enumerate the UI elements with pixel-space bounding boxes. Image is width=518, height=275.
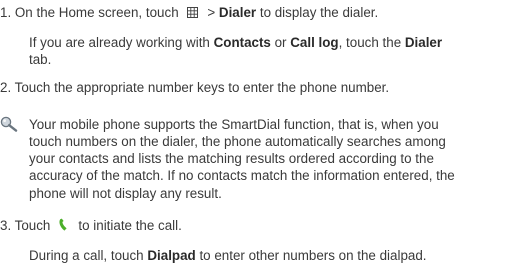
tip-line-4: accuracy of the match. If no contacts ma… [29, 168, 455, 183]
dialpad-label: Dialpad [147, 248, 196, 263]
tip-line-5: phone will not display any result. [29, 186, 222, 201]
app-grid-icon [186, 6, 198, 18]
tip-line-1: Your mobile phone supports the SmartDial… [29, 117, 439, 132]
call-log-label: Call log [290, 35, 339, 50]
step-1-note-cont: tab. [29, 52, 52, 67]
tip-line-2: touch numbers on the dialer, the phone a… [29, 134, 446, 149]
step-3-note: During a call, touch Dialpad to enter ot… [29, 248, 427, 263]
contacts-label: Contacts [213, 35, 271, 50]
dialer-label: Dialer [218, 5, 257, 20]
tip-line-3: your contacts and lists the matching res… [29, 151, 434, 166]
step-1: 1. On the Home screen, touch > Dialer to… [0, 5, 379, 20]
step-3: 3. Touch to initiate the call. [0, 218, 182, 233]
green-phone-icon [58, 218, 70, 232]
step-1-note: If you are already working with Contacts… [29, 35, 443, 50]
step-2: 2. Touch the appropriate number keys to … [0, 80, 390, 95]
dialer-tab-label: Dialer [404, 35, 443, 50]
step-1-text: 1. On the Home screen, touch [0, 5, 179, 20]
tip-magnifier-icon [0, 116, 20, 132]
